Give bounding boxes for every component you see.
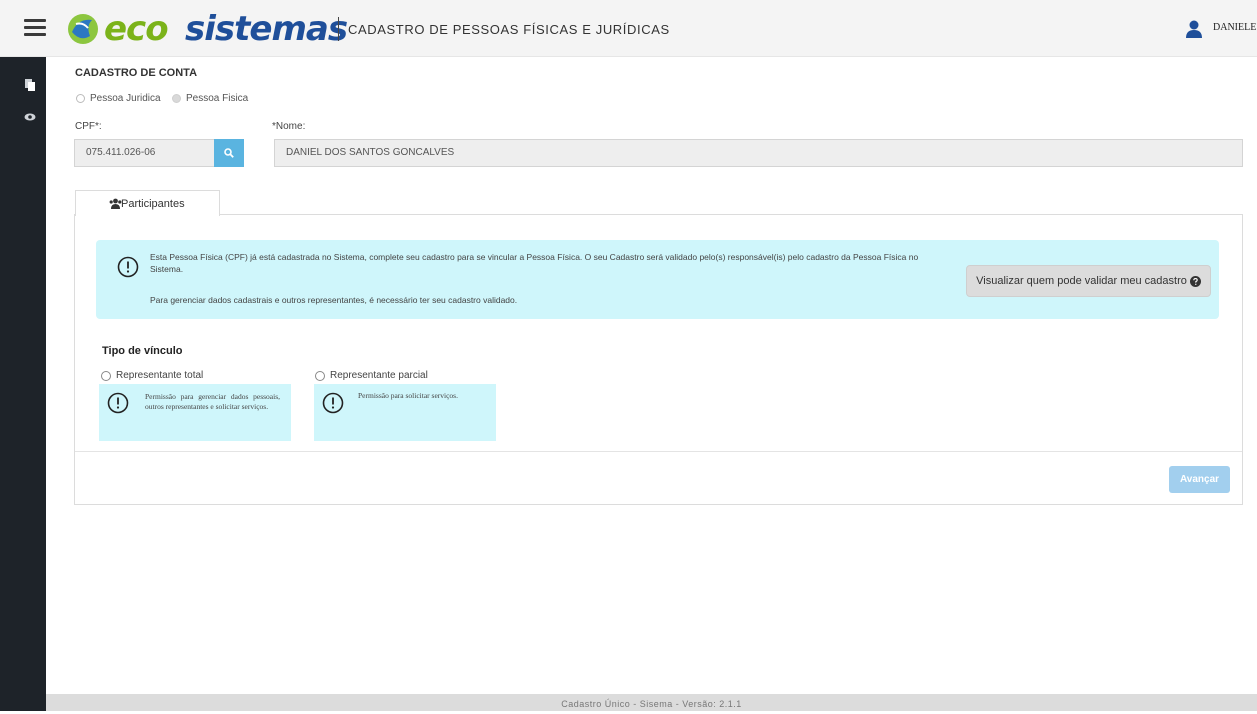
- cpf-search-button[interactable]: [214, 139, 244, 167]
- nome-label: *Nome:: [272, 121, 306, 132]
- option-representante-parcial[interactable]: Representante parcial: [315, 370, 428, 381]
- app-header: eco sistemas CADASTRO DE PESSOAS FÍSICAS…: [0, 0, 1257, 57]
- exclamation-circle-icon: [117, 256, 139, 278]
- tab-participantes[interactable]: Participantes: [75, 190, 220, 216]
- exclamation-circle-icon: [107, 392, 129, 414]
- tab-participantes-label: Participantes: [121, 197, 185, 210]
- radio-label-fisica: Pessoa Fisica: [186, 93, 249, 104]
- search-icon: [224, 148, 234, 158]
- exclamation-circle-icon: [322, 392, 344, 414]
- side-rail: [0, 57, 46, 711]
- app-subtitle: CADASTRO DE PESSOAS FÍSICAS E JURÍDICAS: [348, 22, 670, 37]
- eye-icon[interactable]: [24, 111, 36, 123]
- cpf-field[interactable]: 075.411.026-06: [74, 139, 215, 167]
- option-parcial-description-box: Permissão para solicitar serviços.: [314, 384, 496, 441]
- user-icon[interactable]: [1186, 20, 1202, 38]
- panel-divider: [75, 451, 1242, 452]
- option-label-parcial: Representante parcial: [330, 370, 428, 381]
- logo-separator: [338, 17, 339, 41]
- next-button[interactable]: Avançar: [1169, 466, 1230, 493]
- radio-circle[interactable]: [315, 370, 325, 381]
- radio-circle[interactable]: [101, 370, 111, 381]
- logo-text-eco: eco: [104, 9, 169, 49]
- form-title: CADASTRO DE CONTA: [75, 67, 198, 79]
- option-total-description-box: Permissão para gerenciar dados pessoais,…: [99, 384, 291, 441]
- option-total-description: Permissão para gerenciar dados pessoais,…: [145, 392, 280, 411]
- alert-message-secondary: Para gerenciar dados cadastrais e outros…: [150, 295, 518, 305]
- ecosistemas-logo-icon: [68, 14, 98, 44]
- copy-icon[interactable]: [24, 79, 36, 91]
- radio-pessoa-fisica[interactable]: Pessoa Fisica: [172, 93, 248, 104]
- user-name[interactable]: DANIELE: [1213, 22, 1256, 33]
- info-alert: Esta Pessoa Física (CPF) já está cadastr…: [96, 240, 1219, 319]
- alert-message: Esta Pessoa Física (CPF) já está cadastr…: [150, 252, 919, 274]
- radio-label-juridica: Pessoa Juridica: [90, 93, 161, 104]
- radio-pessoa-juridica[interactable]: Pessoa Juridica: [76, 93, 161, 104]
- view-validators-button[interactable]: Visualizar quem pode validar meu cadastr…: [966, 265, 1211, 297]
- option-parcial-description: Permissão para solicitar serviços.: [358, 391, 458, 400]
- option-representante-total[interactable]: Representante total: [101, 370, 203, 381]
- nome-field[interactable]: DANIEL DOS SANTOS GONCALVES: [274, 139, 1243, 167]
- option-label-total: Representante total: [116, 370, 204, 381]
- radio-circle-selected[interactable]: [172, 94, 181, 103]
- vinculo-title: Tipo de vínculo: [102, 345, 183, 357]
- question-circle-icon: [1189, 275, 1201, 287]
- users-icon: [109, 198, 122, 209]
- cpf-label: CPF*:: [75, 121, 102, 132]
- radio-circle[interactable]: [76, 94, 85, 103]
- footer-version: Cadastro Único - Sisema - Versão: 2.1.1: [46, 694, 1257, 711]
- view-validators-label: Visualizar quem pode validar meu cadastr…: [976, 275, 1187, 287]
- menu-icon[interactable]: [24, 19, 46, 37]
- logo-text-sistemas: sistemas: [185, 9, 348, 49]
